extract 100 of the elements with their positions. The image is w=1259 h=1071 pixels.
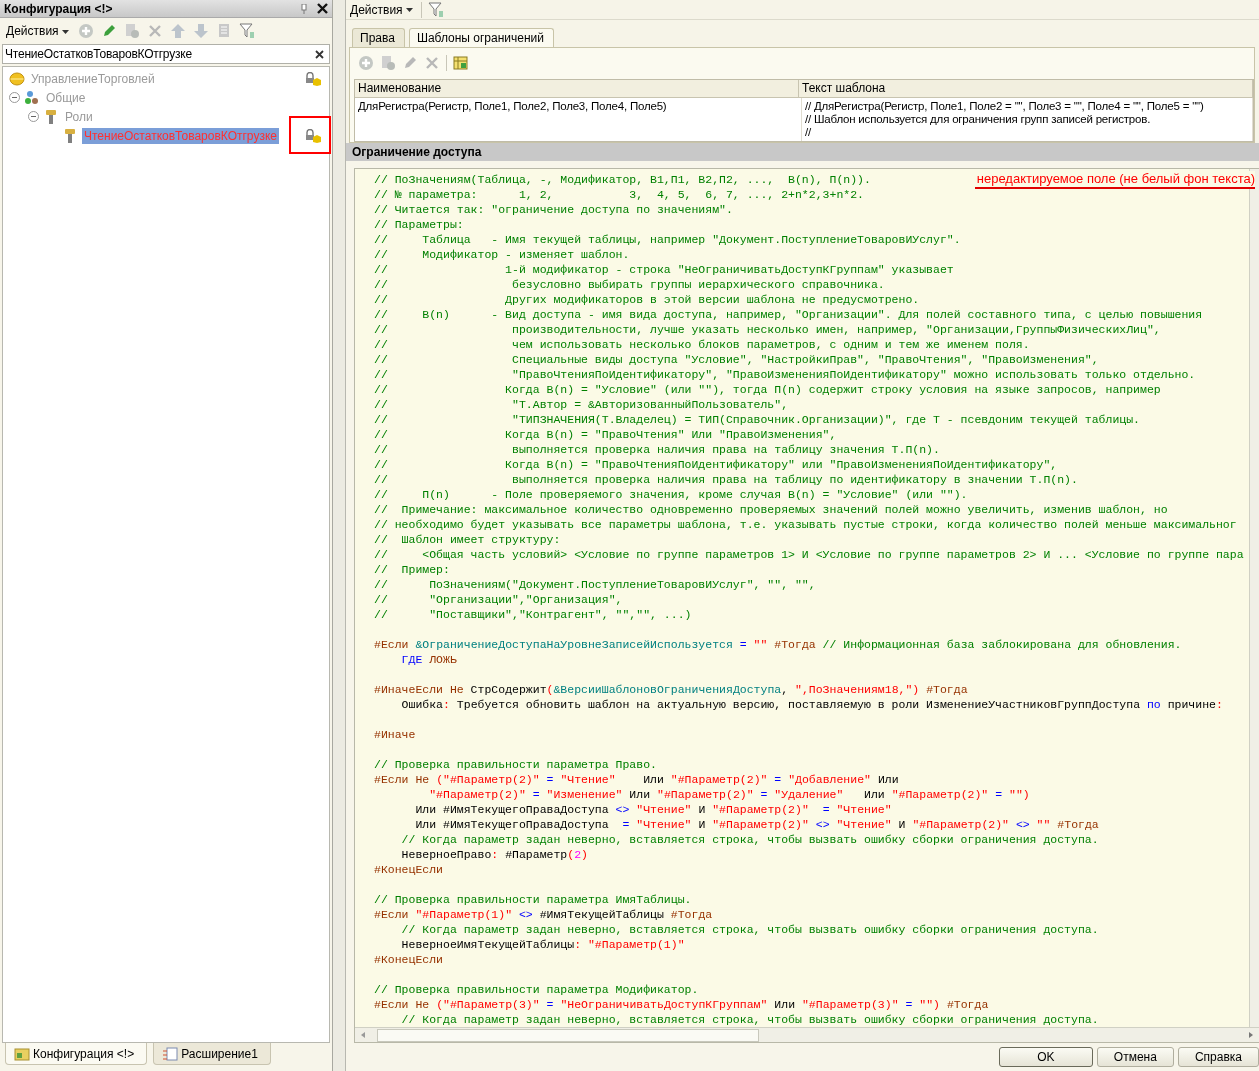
up-arrow-icon[interactable]: [169, 23, 186, 39]
dialog-button[interactable]: OK: [998, 1047, 1093, 1067]
objects-icon: [24, 89, 40, 106]
code-line: // "ПравоЧтенияПоИдентификатору", "ПравоИзмененияПоИдентификатору" можно использовать только отдельно.: [374, 367, 1196, 382]
scroll-left-icon[interactable]: [359, 1031, 367, 1039]
actions-menu[interactable]: Действия: [4, 24, 71, 38]
code-line: // безусловно выбирать группы иерархического справочника.: [374, 277, 885, 292]
table-icon[interactable]: [453, 55, 469, 71]
code-line: #Если Не ("#Параметр(3)" = "НеОграничиватьДоступКГруппам" Или "#Параметр(3)" = "") #Тогда: [374, 997, 989, 1012]
code-line: #Если Не ("#Параметр(2)" = "Чтение" Или "#Параметр(2)" = "Добавление" Или: [374, 772, 899, 787]
panel-tab[interactable]: Расширение1: [153, 1043, 271, 1065]
code-line: Или #ИмяТекущегоПраваДоступа <> "Чтение" И "#Параметр(2)" = "Чтение": [414, 802, 892, 817]
code-line: // Примечание: максимальное количество одновременно проверяемых значений полей можно увеличить, изменив шаблон, но: [374, 502, 1168, 517]
tab[interactable]: Права: [352, 28, 405, 47]
splitter[interactable]: [333, 0, 346, 1071]
code-line: // П(n) - Поле проверяемого значения, кроме случая В(n) = "Условие" (или "").: [374, 487, 968, 502]
caret-icon: [405, 8, 413, 12]
close-icon[interactable]: [317, 3, 328, 14]
code-line: // выполняется проверка наличия права на таблицу значения Т.П(n).: [374, 442, 940, 457]
code-line: НеверноеИмяТекущейТаблицы: "#Параметр(1)": [400, 937, 685, 952]
filter-icon[interactable]: [238, 23, 255, 39]
code-line: // Когда параметр задан неверно, вставляется строка, чтобы вызвать ошибку сборки ограничения доступа.: [400, 1012, 1099, 1027]
down-arrow-icon[interactable]: [192, 23, 209, 39]
code-line: #Иначе: [374, 727, 416, 742]
code-line: // "Т.Автор = &АвторизованныйПользователь",: [374, 397, 789, 412]
caret-icon: [61, 29, 69, 34]
code-line: // Когда В(n) = "ПравоЧтенияПоИдентификатору" или "ПравоИзмененияПоИдентификатору",: [374, 457, 1058, 472]
code-line: "#Параметр(2)" = "Изменение" Или "#Параметр(2)" = "Удаление" Или "#Параметр(2)" = ""): [428, 787, 1030, 802]
scroll-right-icon[interactable]: [1247, 1031, 1255, 1039]
actions-menu[interactable]: Действия: [348, 2, 415, 17]
code-line: // Пример:: [374, 562, 450, 577]
configuration-icon: [14, 1046, 30, 1061]
code-line: // "Поставщики","Контрагент", "","", ...): [374, 607, 692, 622]
copy-icon[interactable]: [123, 23, 140, 39]
add-icon[interactable]: [77, 23, 94, 39]
code-line: // "Организации","Организация",: [374, 592, 623, 607]
dialog-title: Ограничение доступа: [346, 143, 1259, 161]
code-line: // <Общая часть условий> <Условие по группе параметров 1> И <Условие по группе параметров 2> И ... <Условие по группе пара: [374, 547, 1244, 562]
code-line: #Если &ОграничениеДоступаНаУровнеЗаписейИспользуется = "" #Тогда // Информационная база заблокирована для обновления.: [374, 637, 1182, 652]
key-icon: [62, 127, 78, 144]
table-cell-text: // ДляРегистра(Регистр, Поле1, Поле2 = "", Поле3 = "", Поле4 = "", Поле5 = ""): [805, 100, 1205, 113]
clear-icon[interactable]: [315, 49, 324, 59]
code-line: // № параметра: 1, 2, 3, 4, 5, 6, 7, ..., 2+n*2,3+n*2.: [374, 187, 864, 202]
code-line: // производительности, лучше указать несколько имен, например, "Организации,ГруппыФизическихЛиц",: [374, 322, 1161, 337]
table-cell-text: ДляРегистра(Регистр, Поле1, Поле2, Поле3, Поле4, Поле5): [358, 100, 668, 113]
code-line: // Других модификаторов в этой версии шаблона не предусмотрено.: [374, 292, 920, 307]
key-icon: [43, 108, 59, 125]
search-field[interactable]: ЧтениеОстатковТоваровКОтгрузке: [2, 44, 330, 64]
code-line: // Проверка правильности параметра Право.: [374, 757, 657, 772]
table-cell-text: //: [805, 126, 812, 139]
column-header[interactable]: Текст шаблона: [799, 80, 1253, 97]
filter-icon[interactable]: [427, 1, 444, 18]
add-icon[interactable]: [358, 55, 374, 71]
code-line: // Когда параметр задан неверно, вставляется строка, чтобы вызвать ошибку сборки ограничения доступа.: [400, 922, 1099, 937]
code-line: Ошибка: Требуется обновить шаблон на актуальную версию, поставляемую в роли ИзменениеУчастниковГруппДоступа по причине:: [400, 697, 1223, 712]
code-line: // Шаблон имеет структуру:: [374, 532, 561, 547]
dialog-button[interactable]: Справка: [1177, 1047, 1259, 1067]
copy-icon[interactable]: [380, 55, 396, 71]
code-line: // Когда В(n) = "Условие" (или ""), тогда П(n) содержит строку условия на языке запросов, например: [374, 382, 1161, 397]
code-line: #ИначеЕсли Не СтрСодержит(&ВерсииШаблоновОграниченияДоступа, ",ПоЗначениям18,") #Тогда: [374, 682, 968, 697]
panel-title: Конфигурация <!>: [4, 1, 114, 16]
code-line: // Таблица - Имя текущей таблицы, например "Документ.ПоступлениеТоваровИУслуг".: [374, 232, 961, 247]
code-line: // Проверка правильности параметра Модификатор.: [374, 982, 699, 997]
code-line: #КонецЕсли: [374, 952, 443, 967]
dialog-button[interactable]: Отмена: [1096, 1047, 1174, 1067]
code-line: // Параметры:: [374, 217, 464, 232]
code-line: #КонецЕсли: [374, 862, 443, 877]
delete-icon[interactable]: [146, 23, 163, 39]
collapse-icon[interactable]: [9, 92, 20, 103]
code-line: #Если "#Параметр(1)" <> #ИмяТекущейТаблицы #Тогда: [374, 907, 713, 922]
code-line: // Проверка правильности параметра ИмяТаблицы.: [374, 892, 692, 907]
panel-tab[interactable]: Конфигурация <!>: [5, 1043, 148, 1065]
table-cell-text: // Шаблон используется для ограничения групп записей регистров.: [805, 113, 1152, 126]
code-line: // Специальные виды доступа "Условие", "НастройкиПрав", "ПравоЧтения", "ПравоИзменения",: [374, 352, 1099, 367]
configuration-icon: [9, 70, 25, 87]
code-line: // Когда параметр задан неверно, вставляется строка, чтобы вызвать ошибку сборки ограничения доступа.: [400, 832, 1099, 847]
code-line: // Модификатор - изменяет шаблон.: [374, 247, 630, 262]
collapse-icon[interactable]: [28, 111, 39, 122]
code-line: // ПоЗначениям("Документ.ПоступлениеТоваровИУслуг", "", "",: [374, 577, 816, 592]
tab[interactable]: Шаблоны ограничений: [408, 28, 554, 47]
pencil-icon[interactable]: [402, 55, 418, 71]
code-line: // Читается так: "ограничение доступа по значениям".: [374, 202, 733, 217]
code-line: // выполняется проверка наличия права на таблицу по идентификатору в значении Т.П(n).: [374, 472, 1078, 487]
code-line: // "ТИПЗНАЧЕНИЯ(Т.Владелец) = ТИП(Справочник.Организации)", где Т - псевдоним текущей таблицы.: [374, 412, 1141, 427]
horizontal-scrollbar[interactable]: [355, 1027, 1259, 1042]
delete-icon[interactable]: [424, 55, 440, 71]
annotation-note: нередактируемое поле (не белый фон текста): [974, 171, 1255, 189]
code-line: // 1-й модификатор - строка "НеОграничиватьДоступКГруппам" указывает: [374, 262, 954, 277]
code-line: // ПоЗначениям(Таблица, -, Модификатор, В1,П1, В2,П2, ..., В(n), П(n)).: [374, 172, 871, 187]
pin-icon[interactable]: [301, 3, 307, 14]
code-line: // необходимо будет указывать все параметры шаблона, т.е. указывать пустые строки, когда количество полей меньше максимальног: [374, 517, 1237, 532]
code-line: ГДЕ ЛОЖЬ: [400, 652, 457, 667]
code-line: // чем использовать несколько блоков параметров, с одним и тем же именем поля.: [374, 337, 1030, 352]
code-line: // Когда В(n) = "ПравоЧтения" Или "ПравоИзменения",: [374, 427, 837, 442]
column-header[interactable]: Наименование: [355, 80, 799, 97]
code-line: НеверноеПраво: #Параметр(2): [400, 847, 588, 862]
code-line: // В(n) - Вид доступа - имя вида доступа, например, "Организации". Для полей составного типа, с целью повышения: [374, 307, 1203, 322]
code-editor[interactable]: [354, 168, 1259, 1043]
document-icon: [162, 1046, 179, 1061]
code-line: Или #ИмяТекущегоПраваДоступа = "Чтение" И "#Параметр(2)" <> "Чтение" И "#Параметр(2)" <> "" #Тогда: [414, 817, 1099, 832]
